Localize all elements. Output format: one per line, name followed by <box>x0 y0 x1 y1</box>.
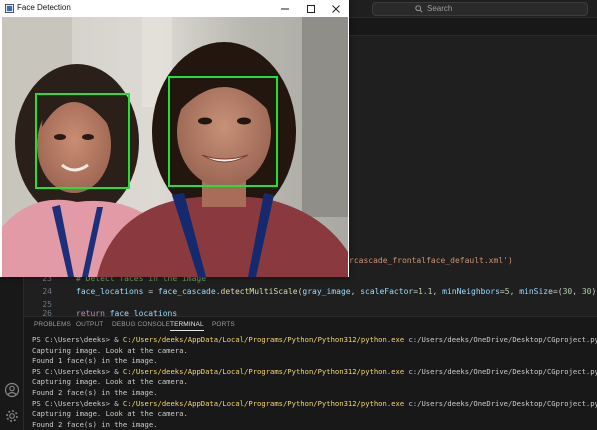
face-bounding-box <box>35 93 130 189</box>
code-token: face_cascade <box>157 287 216 296</box>
terminal-line: PS C:\Users\deeks> & C:/Users/deeks/AppD… <box>32 399 597 410</box>
terminal-line: Capturing image. Look at the camera. <box>32 377 188 387</box>
terminal-line: PS C:\Users\deeks> & C:/Users/deeks/AppD… <box>32 367 597 378</box>
terminal-line: Found 2 face(s) in the image. <box>32 388 158 397</box>
terminal-line: Capturing image. Look at the camera. <box>32 409 188 419</box>
code-token: 30 <box>562 287 573 296</box>
terminal-exe-path: C:/Users/deeks/AppData/Local/Programs/Py… <box>122 398 405 408</box>
app-icon <box>5 4 14 13</box>
terminal-exe-path: C:/Users/deeks/AppData/Local/Programs/Py… <box>122 335 405 344</box>
tab-terminal[interactable]: TERMINAL <box>170 321 204 331</box>
tab-output[interactable]: OUTPUT <box>76 321 103 328</box>
code-token: detectMultiScale <box>220 287 298 296</box>
search-label: Search <box>427 4 453 13</box>
tab-ports[interactable]: PORTS <box>212 321 235 328</box>
code-token: minSize <box>519 287 553 296</box>
tab-problems[interactable]: PROBLEMS <box>34 321 71 328</box>
terminal-exe-path: C:/Users/deeks/AppData/Local/Programs/Py… <box>122 366 405 376</box>
terminal-prompt: PS C:\Users\deeks> & <box>32 366 123 376</box>
code-token: 1.1 <box>418 287 433 296</box>
terminal-line: PS C:\Users\deeks> & C:/Users/deeks/AppD… <box>32 335 597 346</box>
code-token: , <box>432 287 443 296</box>
code-token: minNeighbors <box>442 287 500 296</box>
close-button[interactable] <box>323 0 349 17</box>
minimize-button[interactable] <box>272 0 298 17</box>
face-detection-window: Face Detection <box>0 0 349 277</box>
terminal-script-path: c:/Users/deeks/OneDrive/Desktop/CGprojec… <box>404 335 597 344</box>
code-token: =( <box>552 287 563 296</box>
close-icon <box>332 4 340 13</box>
account-icon[interactable] <box>4 382 20 398</box>
minimize-icon <box>281 8 289 9</box>
code-token: , <box>572 287 582 296</box>
camera-frame <box>2 17 348 277</box>
panel-tabs: PROBLEMS OUTPUT DEBUG CONSOLE TERMINAL PORTS <box>24 317 597 335</box>
search-icon <box>415 5 423 13</box>
window-titlebar[interactable]: Face Detection <box>0 0 349 17</box>
code-token: rcascade_frontalface_default.xml') <box>349 256 513 265</box>
code-token: scaleFactor <box>360 287 414 296</box>
code-token: 30 <box>581 287 592 296</box>
window-title: Face Detection <box>17 3 71 12</box>
code-text: rcascade_frontalface_default.xml') <box>349 256 513 265</box>
terminal-output[interactable]: PS C:\Users\deeks> & C:/Users/deeks/AppD… <box>32 335 597 430</box>
face-bounding-box <box>168 76 278 187</box>
terminal-script-path: c:/Users/deeks/OneDrive/Desktop/CGprojec… <box>404 366 597 376</box>
code-token: face_locations <box>76 287 144 296</box>
gear-icon[interactable] <box>4 408 20 424</box>
code-token: )) <box>591 287 597 296</box>
code-token: = <box>143 287 158 296</box>
terminal-script-path: c:/Users/deeks/OneDrive/Desktop/CGprojec… <box>404 398 597 408</box>
maximize-button[interactable] <box>298 0 324 17</box>
line-number: 24 <box>42 287 52 296</box>
code-token: gray_image <box>302 287 351 296</box>
command-search-box[interactable]: Search <box>372 2 588 16</box>
terminal-line: Found 1 face(s) in the image. <box>32 356 158 366</box>
bottom-panel: PROBLEMS OUTPUT DEBUG CONSOLE TERMINAL PORTS… <box>24 316 597 430</box>
code-text: face_locations = face_cascade.detectMult… <box>76 287 597 296</box>
terminal-prompt: PS C:\Users\deeks> & <box>32 398 123 408</box>
terminal-line: Found 2 face(s) in the image. <box>32 419 158 429</box>
maximize-icon <box>307 4 315 13</box>
tab-debug-console[interactable]: DEBUG CONSOLE <box>112 321 170 328</box>
code-token: , <box>509 287 520 296</box>
terminal-line: Capturing image. Look at the camera. <box>32 345 188 355</box>
code-token: , <box>350 287 361 296</box>
line-number: 25 <box>42 300 52 309</box>
terminal-prompt: PS C:\Users\deeks> & <box>32 335 123 344</box>
